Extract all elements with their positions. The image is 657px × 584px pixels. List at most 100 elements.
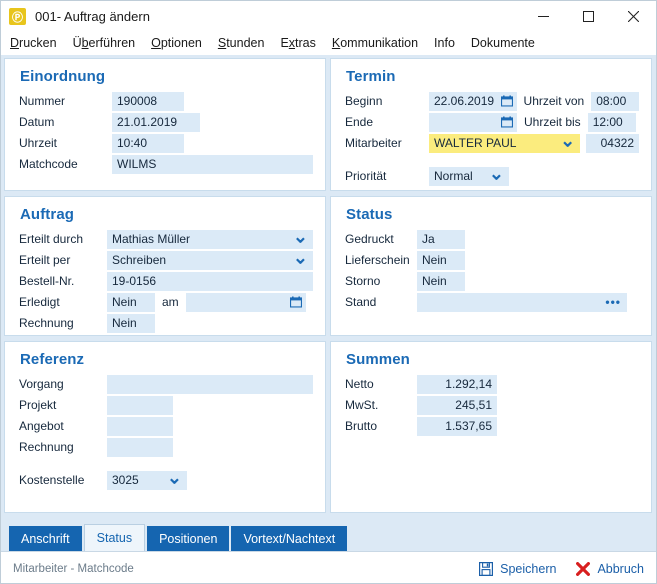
field-row-mitarbeiter: Mitarbeiter WALTER PAUL ⌄ 04322 — [345, 133, 639, 153]
label-netto: Netto — [345, 377, 417, 391]
field-row-erteilt-per: Erteilt per Schreiben ⌄ — [19, 250, 313, 270]
maximize-icon — [583, 11, 594, 22]
row-spacer — [19, 458, 313, 470]
field-row-lieferschein: Lieferschein Nein — [345, 250, 639, 270]
calendar-icon[interactable] — [501, 96, 513, 107]
panel-summen: Summen Netto 1.292,14 MwSt. 245,51 Brutt… — [330, 341, 652, 513]
menu-item-extras[interactable]: Extras — [280, 36, 315, 50]
field-row-referenz-rechnung: Rechnung — [19, 437, 313, 457]
input-uhrzeit-bis[interactable]: 12:00 — [588, 113, 636, 132]
window-controls — [521, 1, 656, 32]
field-row-storno: Storno Nein — [345, 271, 639, 291]
panel-title-status: Status — [346, 206, 639, 223]
label-rechnung: Rechnung — [19, 316, 107, 330]
panel-einordnung: Einordnung Nummer 190008 Datum 21.01.201… — [4, 58, 326, 191]
input-erledigt-am[interactable] — [186, 293, 306, 312]
tab-positionen[interactable]: Positionen — [147, 526, 229, 551]
input-erledigt[interactable]: Nein — [107, 293, 155, 312]
label-kostenstelle: Kostenstelle — [19, 473, 107, 487]
select-prioritaet[interactable]: Normal ⌄ — [429, 167, 509, 186]
field-row-kostenstelle: Kostenstelle 3025 ⌄ — [19, 470, 313, 490]
input-projekt[interactable] — [107, 396, 173, 415]
cancel-button[interactable]: Abbruch — [576, 562, 644, 576]
menu-item-kommunikation[interactable]: Kommunikation — [332, 36, 418, 50]
input-ende[interactable] — [429, 113, 517, 132]
menu-item-drucken[interactable]: Drucken — [10, 36, 57, 50]
chevron-down-icon[interactable]: ⌄ — [560, 137, 575, 146]
input-gedruckt[interactable]: Ja — [417, 230, 465, 249]
chevron-down-icon[interactable]: ⌄ — [293, 233, 308, 242]
input-angebot[interactable] — [107, 417, 173, 436]
input-bestell-nr[interactable]: 19-0156 — [107, 272, 313, 291]
chevron-down-icon[interactable]: ⌄ — [293, 254, 308, 263]
row-spacer — [345, 154, 639, 166]
label-ende: Ende — [345, 115, 429, 129]
label-projekt: Projekt — [19, 398, 107, 412]
select-erteilt-per[interactable]: Schreiben ⌄ — [107, 251, 313, 270]
tab-vortext-nachtext[interactable]: Vortext/Nachtext — [231, 526, 347, 551]
chevron-down-icon[interactable]: ⌄ — [167, 474, 182, 483]
form-content: Einordnung Nummer 190008 Datum 21.01.201… — [1, 55, 657, 518]
minimize-button[interactable] — [521, 1, 566, 32]
close-icon — [628, 11, 639, 22]
label-matchcode: Matchcode — [19, 157, 112, 171]
panel-title-referenz: Referenz — [20, 351, 313, 368]
label-erteilt-per: Erteilt per — [19, 253, 107, 267]
input-stand[interactable]: ••• — [417, 293, 627, 312]
input-lieferschein[interactable]: Nein — [417, 251, 465, 270]
maximize-button[interactable] — [566, 1, 611, 32]
select-mitarbeiter[interactable]: WALTER PAUL ⌄ — [429, 134, 580, 153]
panel-referenz: Referenz Vorgang Projekt Angebot Rechnun… — [4, 341, 326, 513]
menu-item-dokumente[interactable]: Dokumente — [471, 36, 535, 50]
menu-item-info[interactable]: Info — [434, 36, 455, 50]
tab-status[interactable]: Status — [84, 524, 145, 551]
input-storno[interactable]: Nein — [417, 272, 465, 291]
label-erledigt: Erledigt — [19, 295, 107, 309]
save-icon — [479, 562, 493, 576]
label-uhrzeit: Uhrzeit — [19, 136, 112, 150]
field-row-gedruckt: Gedruckt Ja — [345, 229, 639, 249]
input-referenz-rechnung[interactable] — [107, 438, 173, 457]
app-logo-icon: Ⓟ — [9, 8, 26, 25]
select-erteilt-durch[interactable]: Mathias Müller ⌄ — [107, 230, 313, 249]
label-beginn: Beginn — [345, 94, 429, 108]
select-mitarbeiter-value: WALTER PAUL — [434, 136, 516, 150]
calendar-icon[interactable] — [290, 297, 302, 308]
menu-item-stunden[interactable]: Stunden — [218, 36, 265, 50]
label-prioritaet: Priorität — [345, 169, 429, 183]
field-row-datum: Datum 21.01.2019 — [19, 112, 313, 132]
input-nummer[interactable]: 190008 — [112, 92, 184, 111]
close-button[interactable] — [611, 1, 656, 32]
more-options-icon[interactable]: ••• — [605, 296, 621, 308]
label-mitarbeiter: Mitarbeiter — [345, 136, 429, 150]
field-row-beginn: Beginn 22.06.2019 Uhrzeit von 08:00 — [345, 91, 639, 111]
panel-title-summen: Summen — [346, 351, 639, 368]
tab-anschrift[interactable]: Anschrift — [9, 526, 82, 551]
field-row-ende: Ende Uhrzeit bis 12:00 — [345, 112, 639, 132]
save-button[interactable]: Speichern — [479, 562, 556, 576]
input-rechnung[interactable]: Nein — [107, 314, 155, 333]
input-uhrzeit[interactable]: 10:40 — [112, 134, 184, 153]
select-kostenstelle[interactable]: 3025 ⌄ — [107, 471, 187, 490]
field-row-mwst: MwSt. 245,51 — [345, 395, 639, 415]
menu-item-ueberfuehren[interactable]: Überführen — [73, 36, 136, 50]
menu-item-optionen[interactable]: Optionen — [151, 36, 202, 50]
input-matchcode[interactable]: WILMS — [112, 155, 313, 174]
close-x-icon — [576, 562, 590, 576]
chevron-down-icon[interactable]: ⌄ — [489, 170, 504, 179]
field-row-rechnung: Rechnung Nein — [19, 313, 313, 333]
status-bar: Mitarbeiter - Matchcode Speichern Abbruc… — [1, 551, 657, 584]
input-vorgang[interactable] — [107, 375, 313, 394]
label-bestell-nr: Bestell-Nr. — [19, 274, 107, 288]
select-erteilt-per-value: Schreiben — [112, 253, 166, 267]
field-row-bestell-nr: Bestell-Nr. 19-0156 — [19, 271, 313, 291]
input-mitarbeiter-nr[interactable]: 04322 — [586, 134, 639, 153]
label-vorgang: Vorgang — [19, 377, 107, 391]
input-beginn[interactable]: 22.06.2019 — [429, 92, 517, 111]
calendar-icon[interactable] — [501, 117, 513, 128]
input-uhrzeit-von[interactable]: 08:00 — [591, 92, 639, 111]
label-am: am — [155, 295, 186, 309]
select-erteilt-durch-value: Mathias Müller — [112, 232, 190, 246]
panel-title-auftrag: Auftrag — [20, 206, 313, 223]
input-datum[interactable]: 21.01.2019 — [112, 113, 200, 132]
